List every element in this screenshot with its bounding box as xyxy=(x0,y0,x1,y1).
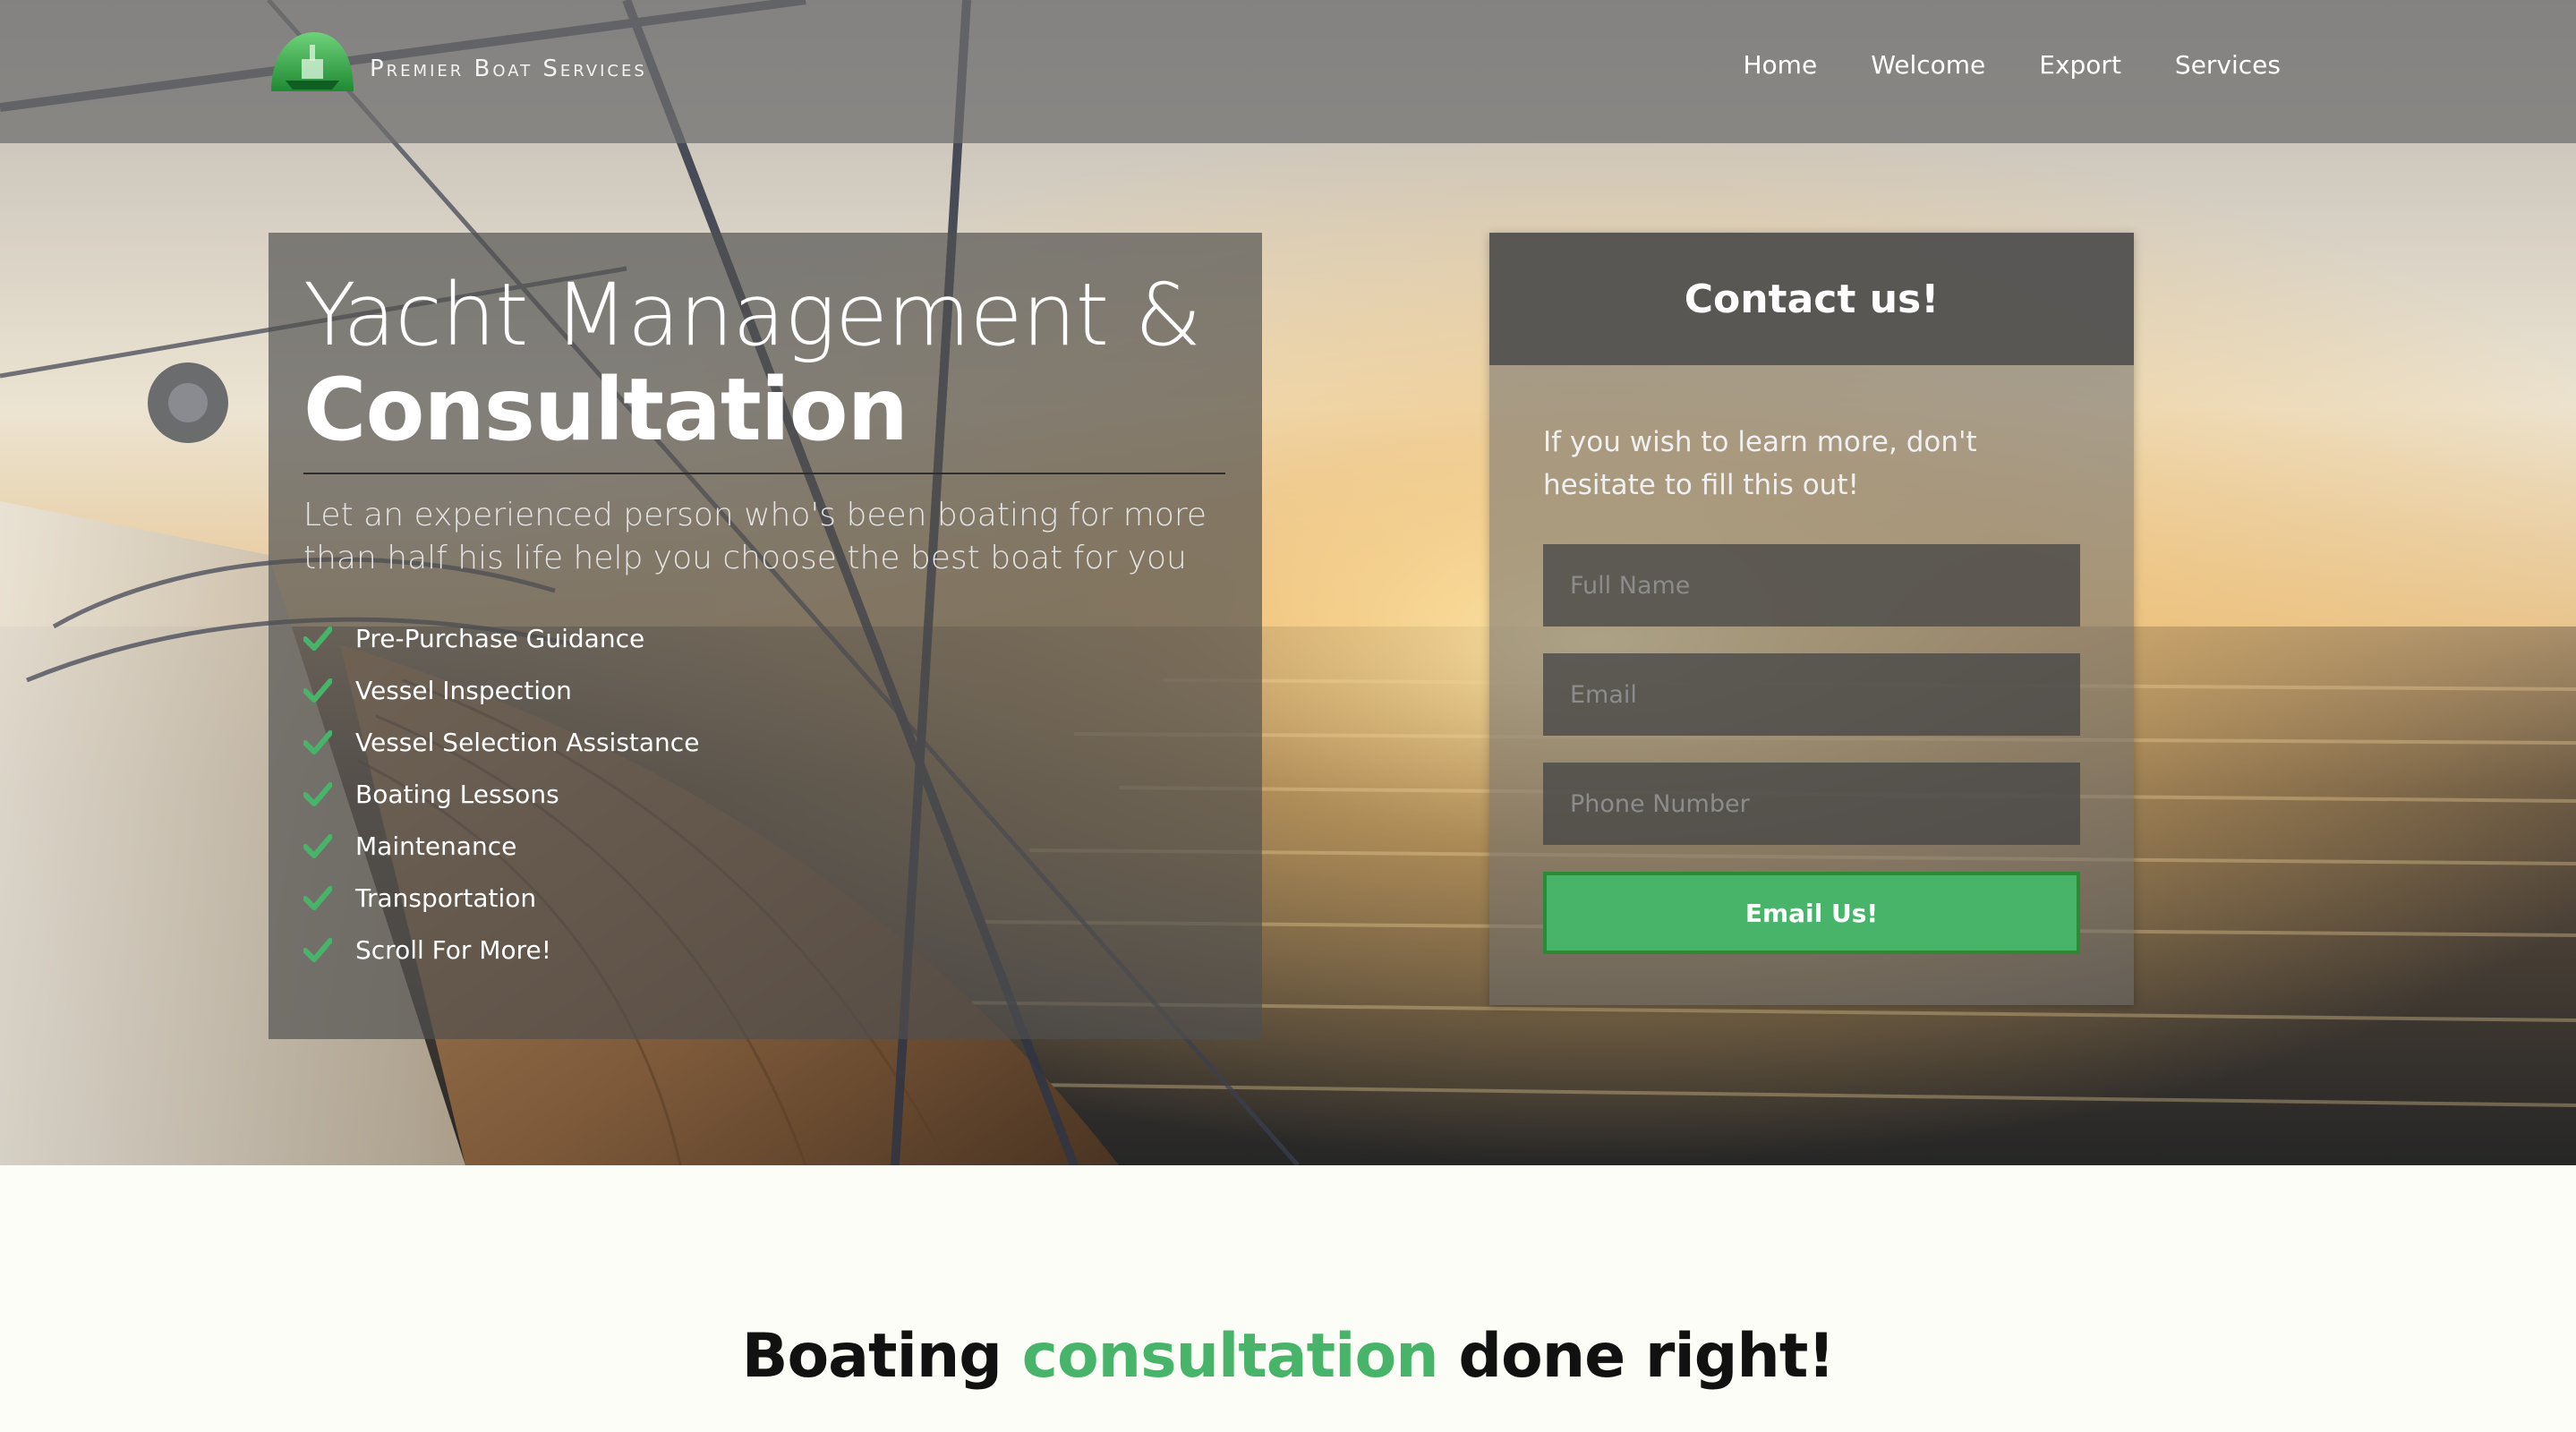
contact-card: Contact us! If you wish to learn more, d… xyxy=(1489,233,2134,1005)
service-label: Boating Lessons xyxy=(355,779,559,809)
list-item: Vessel Inspection xyxy=(303,664,1226,716)
contact-header: Contact us! xyxy=(1489,233,2134,365)
heading-text-accent: consultation xyxy=(1021,1321,1439,1392)
service-list: Pre-Purchase Guidance Vessel Inspection … xyxy=(303,612,1226,976)
list-item: Pre-Purchase Guidance xyxy=(303,612,1226,664)
nav-welcome[interactable]: Welcome xyxy=(1871,50,1985,80)
check-icon xyxy=(303,886,332,910)
full-name-field[interactable] xyxy=(1543,544,2080,626)
nav-home[interactable]: Home xyxy=(1744,50,1818,80)
check-icon xyxy=(303,782,332,806)
list-item: Maintenance xyxy=(303,820,1226,872)
check-icon xyxy=(303,730,332,754)
contact-form: If you wish to learn more, don't hesitat… xyxy=(1489,365,2134,954)
contact-intro: If you wish to learn more, don't hesitat… xyxy=(1543,426,1977,501)
list-item: Scroll For More! xyxy=(303,924,1226,976)
intro-card: Yacht Management & Consultation Let an e… xyxy=(269,233,1262,1039)
service-label: Scroll For More! xyxy=(355,934,551,965)
list-item: Vessel Selection Assistance xyxy=(303,716,1226,768)
brand[interactable]: Premier Boat Services xyxy=(268,25,647,97)
consultation-section: Boating consultation done right! xyxy=(0,1165,2576,1432)
hero-title-light: Yacht Management & xyxy=(303,265,1201,365)
check-icon xyxy=(303,626,332,651)
page: Premier Boat Services Home Welcome Expor… xyxy=(0,0,2576,1432)
check-icon xyxy=(303,938,332,962)
list-item: Boating Lessons xyxy=(303,768,1226,820)
hero-title-bold: Consultation xyxy=(303,360,908,460)
check-icon xyxy=(303,834,332,858)
service-label: Maintenance xyxy=(355,831,517,861)
boat-logo-icon xyxy=(271,32,354,91)
nav-export[interactable]: Export xyxy=(2039,50,2121,80)
email-field[interactable] xyxy=(1543,653,2080,736)
heading-text-before: Boating xyxy=(741,1321,1002,1392)
phone-number-field[interactable] xyxy=(1543,763,2080,845)
section-heading: Boating consultation done right! xyxy=(0,1321,2576,1392)
service-label: Vessel Inspection xyxy=(355,675,572,705)
email-us-button[interactable]: Email Us! xyxy=(1543,872,2080,954)
service-label: Vessel Selection Assistance xyxy=(355,727,700,757)
brand-name: Premier Boat Services xyxy=(370,55,647,82)
nav-services[interactable]: Services xyxy=(2175,50,2281,80)
check-icon xyxy=(303,678,332,703)
top-navbar: Premier Boat Services Home Welcome Expor… xyxy=(0,0,2576,143)
contact-title: Contact us! xyxy=(1684,276,1940,322)
list-item: Transportation xyxy=(303,872,1226,924)
hero-lead: Let an experienced person who's been boa… xyxy=(303,497,1207,576)
service-label: Pre-Purchase Guidance xyxy=(355,623,645,653)
service-label: Transportation xyxy=(355,882,537,913)
title-divider xyxy=(303,473,1225,474)
heading-text-after: done right! xyxy=(1458,1321,1835,1392)
main-nav: Home Welcome Export Services xyxy=(1744,50,2282,80)
